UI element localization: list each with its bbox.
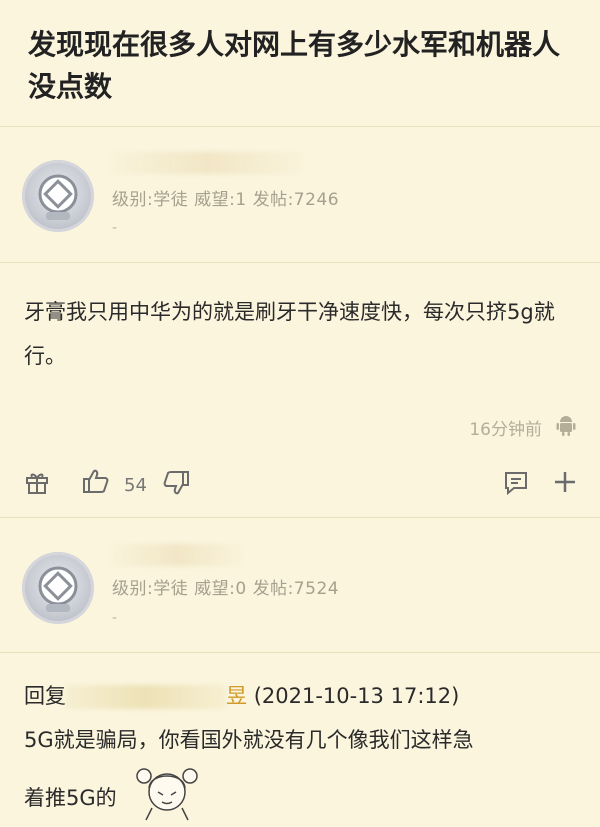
divider <box>0 126 600 127</box>
divider <box>0 262 600 263</box>
username-redacted[interactable] <box>112 544 242 566</box>
thumbs-up-icon[interactable] <box>82 467 110 499</box>
plus-icon[interactable] <box>552 469 578 499</box>
user-avatar-icon[interactable] <box>22 552 94 624</box>
user-avatar-icon[interactable] <box>22 160 94 232</box>
emoji-sticker-icon <box>132 758 202 827</box>
post-content-line-1: 5G就是骗局，你看国外就没有几个像我们这样急 <box>24 728 474 752</box>
divider <box>0 652 600 653</box>
divider <box>0 517 600 518</box>
post-time: 16分钟前 <box>469 420 542 440</box>
gift-icon[interactable] <box>24 469 50 499</box>
username-redacted[interactable] <box>112 152 302 174</box>
post-content-line-2: 着推5G的 <box>24 786 117 810</box>
thumbs-down-icon[interactable] <box>162 469 190 501</box>
reply-date: (2021-10-13 17:12) <box>253 684 460 708</box>
reply-username-tail[interactable]: 昱 <box>226 684 247 708</box>
thread-title: 发现现在很多人对网上有多少水军和机器人没点数 <box>28 28 561 103</box>
post-content: 牙膏我只用中华为的就是刷牙干净速度快，每次只挤5g就行。 <box>24 300 555 368</box>
user-meta: 级别:学徒 威望:1 发帖:7246 <box>112 190 340 210</box>
reply-username-redacted[interactable] <box>66 685 226 709</box>
android-icon <box>556 414 576 440</box>
reply-quote-line: 回复 昱 (2021-10-13 17:12) <box>24 674 584 718</box>
user-meta: 级别:学徒 威望:0 发帖:7524 <box>112 579 340 599</box>
like-count: 54 <box>124 475 147 496</box>
comment-icon[interactable] <box>502 469 530 501</box>
user-signature: - <box>112 610 118 626</box>
post-actions: 54 <box>0 465 600 505</box>
user-signature: - <box>112 220 118 236</box>
reply-prefix: 回复 <box>24 684 66 708</box>
